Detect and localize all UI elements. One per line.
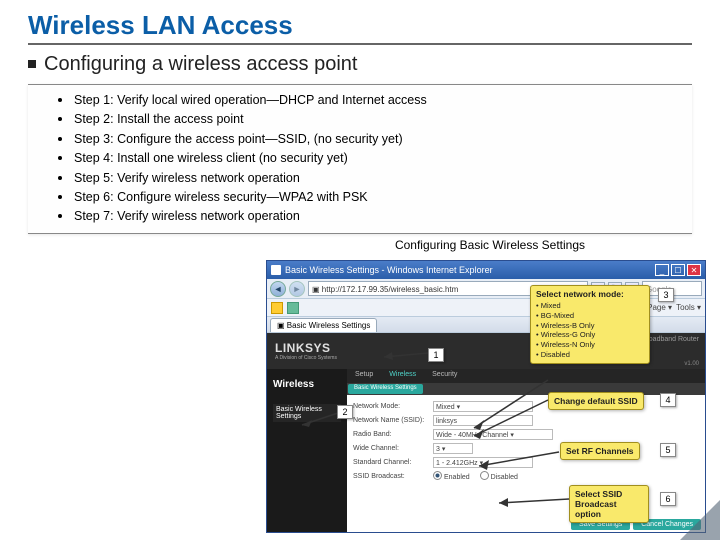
list-item: Step 4: Install one wireless client (no …: [58, 149, 682, 168]
window-title: Basic Wireless Settings - Windows Intern…: [285, 265, 653, 275]
url-text: http://172.17.99.35/wireless_basic.htm: [322, 285, 459, 294]
marker-3: 3: [658, 288, 674, 302]
mode-label: Network Mode:: [353, 403, 433, 410]
steps-list: Step 1: Verify local wired operation—DHC…: [28, 84, 692, 234]
list-item: • Mixed: [536, 301, 644, 311]
step-text: Step 6: Configure wireless security—WPA2…: [74, 188, 368, 207]
step-text: Step 3: Configure the access point—SSID,…: [74, 130, 403, 149]
page-icon: [271, 265, 281, 275]
std-label: Standard Channel:: [353, 459, 433, 466]
minimize-button[interactable]: _: [655, 264, 669, 276]
firmware-label: v1.00: [684, 361, 699, 367]
favorites-icon[interactable]: [271, 302, 283, 314]
marker-5: 5: [660, 443, 676, 457]
list-item: Step 3: Configure the access point—SSID,…: [58, 130, 682, 149]
ssid-label: Network Name (SSID):: [353, 417, 433, 424]
sidebar-section-wireless: Wireless: [273, 379, 341, 390]
linksys-logo: LINKSYS: [275, 341, 337, 355]
subtitle: Configuring a wireless access point: [28, 53, 692, 76]
step-text: Step 2: Install the access point: [74, 110, 244, 129]
page-title: Wireless LAN Access: [28, 10, 692, 45]
forward-button[interactable]: ►: [289, 281, 305, 297]
list-item: Step 2: Install the access point: [58, 110, 682, 129]
wide-select[interactable]: 3 ▾: [433, 443, 473, 454]
list-item: Step 1: Verify local wired operation—DHC…: [58, 91, 682, 110]
list-item: • Wireless-N Only: [536, 340, 644, 350]
bullet-icon: [58, 98, 62, 102]
corner-decoration: [680, 500, 720, 540]
marker-4: 4: [660, 393, 676, 407]
list-item: Step 5: Verify wireless network operatio…: [58, 169, 682, 188]
page-menu[interactable]: Page ▾: [647, 303, 672, 312]
bcast-enabled-radio[interactable]: Enabled: [433, 474, 470, 481]
bullet-icon: [58, 156, 62, 160]
list-item: • Wireless-G Only: [536, 330, 644, 340]
callout-ssid: Change default SSID: [548, 392, 644, 410]
subtitle-text: Configuring a wireless access point: [44, 53, 358, 75]
arrow-icon: [475, 450, 561, 470]
bullet-icon: [58, 137, 62, 141]
tools-menu[interactable]: Tools ▾: [676, 303, 701, 312]
marker-6: 6: [660, 492, 676, 506]
step-text: Step 4: Install one wireless client (no …: [74, 149, 348, 168]
nav-setup[interactable]: Setup: [347, 369, 381, 383]
step-text: Step 7: Verify wireless network operatio…: [74, 207, 300, 226]
bullet-icon: [58, 195, 62, 199]
bullet-icon: [58, 117, 62, 121]
subnav-basic[interactable]: Basic Wireless Settings: [348, 384, 423, 394]
bullet-icon: [58, 176, 62, 180]
list-item: Step 6: Configure wireless security—WPA2…: [58, 188, 682, 207]
step-text: Step 5: Verify wireless network operatio…: [74, 169, 300, 188]
browser-tab[interactable]: ▣ Basic Wireless Settings: [270, 318, 377, 332]
back-button[interactable]: ◄: [270, 281, 286, 297]
bullet-icon: [58, 214, 62, 218]
figure-caption: Configuring Basic Wireless Settings: [288, 238, 692, 252]
list-item: • Disabled: [536, 350, 644, 360]
marker-1: 1: [428, 348, 444, 362]
band-label: Radio Band:: [353, 431, 433, 438]
bcast-label: SSID Broadcast:: [353, 473, 433, 480]
nav-security[interactable]: Security: [424, 369, 465, 383]
list-item: • Wireless-B Only: [536, 321, 644, 331]
close-button[interactable]: ✕: [687, 264, 701, 276]
window-titlebar: Basic Wireless Settings - Windows Intern…: [267, 261, 705, 279]
bcast-disabled-radio[interactable]: Disabled: [480, 474, 518, 481]
bullet-icon: [28, 60, 36, 68]
step-text: Step 1: Verify local wired operation—DHC…: [74, 91, 427, 110]
list-item: Step 7: Verify wireless network operatio…: [58, 207, 682, 226]
arrow-icon: [495, 495, 571, 507]
router-sidebar: Wireless Basic Wireless Settings: [267, 369, 347, 532]
callout-rf: Set RF Channels: [560, 442, 640, 460]
arrow-icon: [470, 398, 550, 438]
nav-wireless[interactable]: Wireless: [381, 369, 424, 383]
logo-subtitle: A Division of Cisco Systems: [275, 355, 337, 361]
marker-2: 2: [337, 405, 353, 419]
add-favorite-icon[interactable]: [287, 302, 299, 314]
callout-network-mode: Select network mode: • Mixed • BG-Mixed …: [530, 285, 650, 364]
callout-title: Select network mode:: [536, 289, 624, 299]
wide-label: Wide Channel:: [353, 445, 433, 452]
maximize-button[interactable]: ☐: [671, 264, 685, 276]
list-item: • BG-Mixed: [536, 311, 644, 321]
callout-broadcast: Select SSID Broadcast option: [569, 485, 649, 523]
